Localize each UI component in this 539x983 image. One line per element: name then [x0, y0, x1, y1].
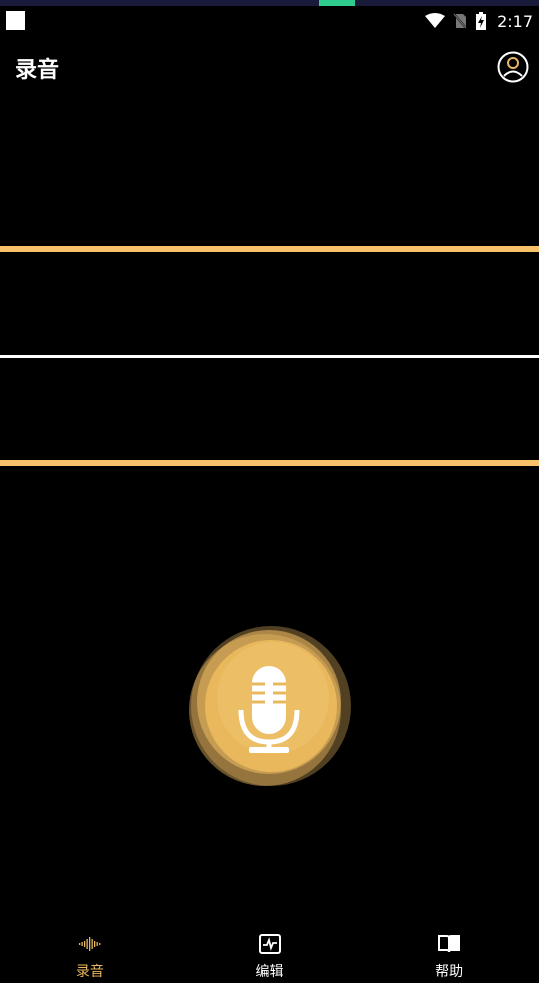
notification-icon: [6, 11, 25, 30]
waveform-top-line: [0, 246, 539, 252]
no-sim-icon: [453, 13, 467, 29]
nav-item-edit[interactable]: 编辑: [180, 923, 360, 983]
waveform-icon: [78, 937, 101, 951]
pulse-chart-icon: [258, 934, 281, 954]
nav-label-help: 帮助: [435, 964, 464, 980]
nav-item-help[interactable]: 帮助: [359, 923, 539, 983]
record-button[interactable]: [183, 626, 357, 790]
microphone-icon: [189, 626, 351, 786]
nav-label-edit: 编辑: [255, 964, 284, 980]
app-bar: 录音: [0, 40, 539, 96]
page-title: 录音: [15, 58, 60, 83]
waveform-bottom-line: [0, 460, 539, 466]
battery-charging-icon: [476, 12, 487, 30]
status-icons: 2:17: [425, 9, 533, 33]
user-profile-icon: [497, 51, 529, 83]
profile-button[interactable]: [497, 51, 529, 83]
wifi-icon: [425, 13, 446, 28]
bottom-navigation: 录音 编辑 帮助: [0, 923, 539, 983]
nav-label-record: 录音: [75, 964, 104, 980]
nav-item-record[interactable]: 录音: [0, 923, 180, 983]
book-icon: [438, 935, 461, 953]
status-bar: 2:17: [0, 6, 539, 36]
waveform-center-line: [0, 355, 539, 358]
status-time: 2:17: [497, 11, 533, 31]
